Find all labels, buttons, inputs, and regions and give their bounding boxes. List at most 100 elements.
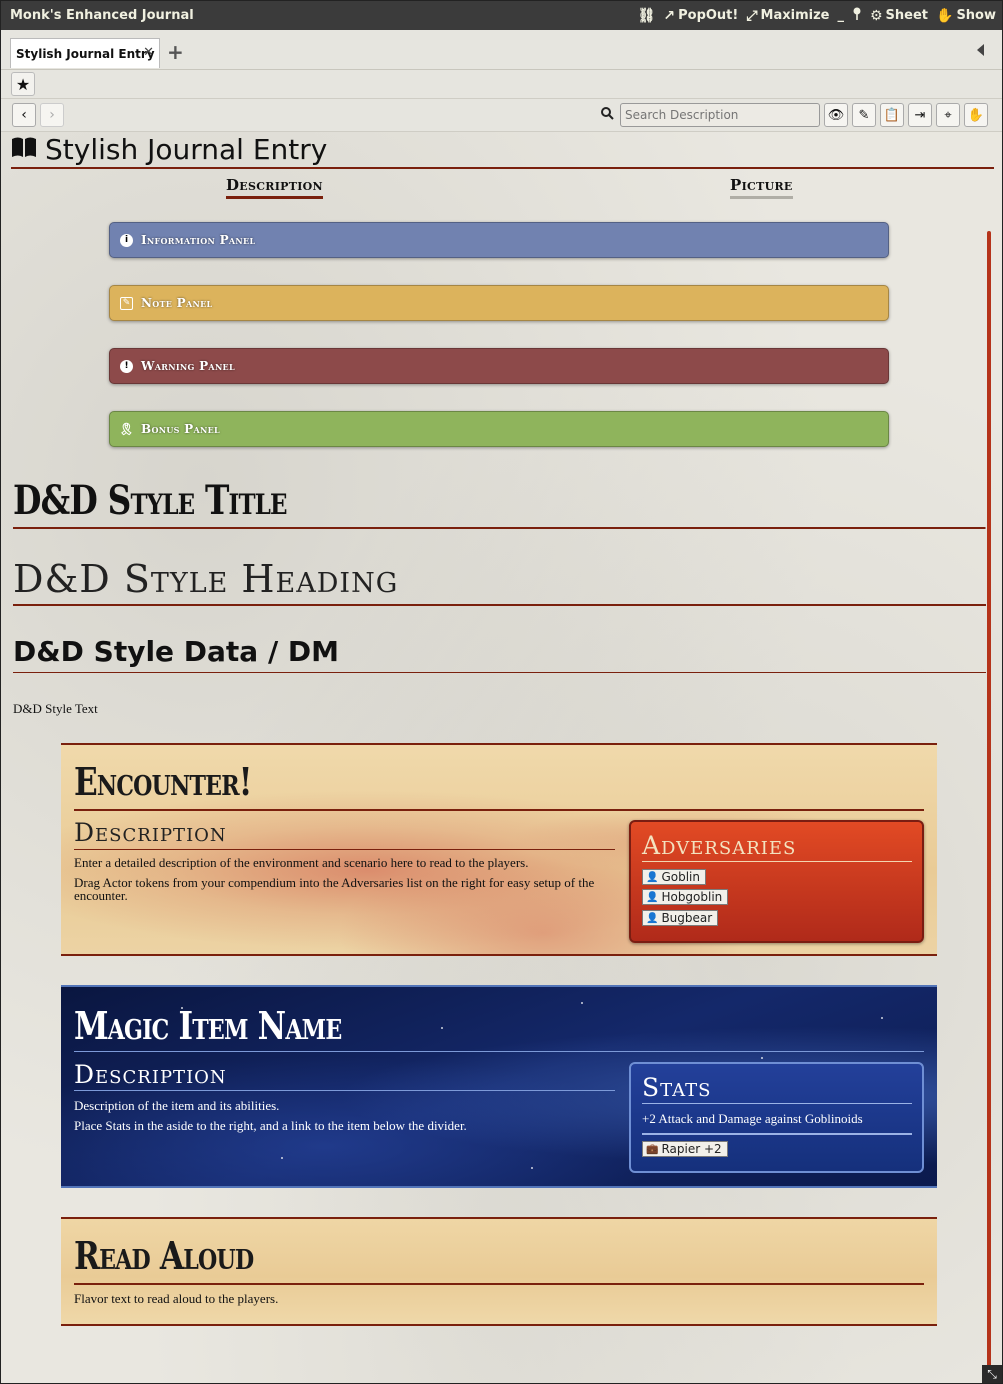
magic-item-title-divider [74,1051,924,1052]
item-link-rapier[interactable]: 💼 Rapier +2 [642,1141,728,1157]
note-panel-label: Note Panel [141,296,213,310]
adversaries-divider [642,861,912,862]
tab-stylish-journal-entry[interactable]: Stylish Journal Entry ✕ [10,38,160,68]
encounter-title: Encounter! [74,759,252,804]
unlink-button[interactable]: ⛓ [638,8,656,24]
window-titlebar[interactable]: Monk's Enhanced Journal ⛓ ↗ PopOut! ⤢ Maxi… [1,1,1002,30]
star-decoration [441,1027,443,1029]
hand-icon: ✋ [967,107,985,123]
search-input[interactable] [620,103,820,127]
warning-icon: ! [120,359,133,373]
gear-icon: ⚙ [869,7,883,24]
magic-item-description-heading: Description [74,1060,227,1089]
page-title[interactable]: Stylish Journal Entry [45,133,327,166]
page-title-row: Stylish Journal Entry [11,132,994,169]
actor-link-bugbear[interactable]: 👤 Bugbear [642,910,719,926]
tab-picture[interactable]: Picture [730,176,793,199]
stats-divider [642,1103,912,1104]
clipboard-icon: 📋 [883,107,901,123]
tab-bar: Stylish Journal Entry ✕ + [1,30,1002,70]
magic-item-title: Magic Item Name [74,1003,342,1048]
star-decoration [531,1167,533,1169]
user-icon: 👤 [646,891,659,903]
bookmark-star-button[interactable]: ★ [11,72,35,96]
read-aloud-text: Flavor text to read aloud to the players… [74,1291,279,1306]
dnd-style-title: D&D Style Title [13,477,986,529]
maximize-label: Maximize [760,8,830,23]
actor-link-hobgoblin[interactable]: 👤 Hobgoblin [642,889,729,905]
item-link-label: Rapier +2 [661,1142,722,1156]
scrollbar[interactable] [987,231,991,1381]
read-aloud-title: Read Aloud [74,1233,254,1278]
dnd-style-data-dm: D&D Style Data / DM [13,635,986,673]
award-icon: 🎗 [118,422,135,436]
encounter-paragraph-1: Enter a detailed description of the envi… [74,855,529,870]
chevron-left-icon: ‹ [21,107,27,123]
sheet-label: Sheet [885,8,928,23]
bookmark-bar: ★ [1,70,1002,99]
sheet-button[interactable]: ⚙ Sheet [870,8,928,24]
star-decoration [281,1157,283,1159]
encounter-block: Encounter! Description Enter a detailed … [61,743,937,956]
stats-heading: Stats [642,1073,712,1102]
encounter-description-divider [74,849,615,850]
pin-button[interactable] [852,7,862,25]
close-icon[interactable]: ✕ [143,45,154,60]
adversaries-aside: Adversaries 👤 Goblin 👤 Hobgoblin 👤 Bugbear [629,820,924,943]
info-icon: i [120,233,133,247]
edit-button[interactable]: ✎ [852,103,876,127]
actor-link-goblin[interactable]: 👤 Goblin [642,869,706,885]
navigation-bar: ‹ › 👁 ✎ 📋 ⇥ ⌖ ✋ [1,99,1002,132]
search-icon [601,107,614,124]
forward-button[interactable]: › [40,103,64,127]
chevron-right-icon: › [49,107,55,123]
maximize-button[interactable]: ⤢ Maximize [746,8,829,24]
view-button[interactable]: 👁 [824,103,848,127]
hand-icon: ✋ [936,7,954,24]
information-panel: i Information Panel [109,222,889,258]
pin-icon [852,7,862,25]
book-open-icon [11,136,37,164]
pencil-icon: ✎ [858,107,870,123]
add-tab-button[interactable]: + [167,40,184,64]
magic-item-paragraph-2: Place Stats in the aside to the right, a… [74,1118,467,1133]
actor-link-label: Goblin [661,870,700,884]
show-button[interactable]: ✋ Show [936,8,996,24]
minimize-button[interactable]: _ [837,8,844,23]
magic-item-block: Magic Item Name Description Description … [61,985,937,1188]
dnd-style-heading: D&D Style Heading [13,557,986,606]
popout-label: PopOut! [678,8,739,23]
clipboard-button[interactable]: 📋 [880,103,904,127]
actor-link-label: Bugbear [661,911,713,925]
stats-divider-2 [642,1133,912,1135]
crosshair-icon: ⌖ [944,107,952,123]
maximize-icon: ⤢ [746,7,758,24]
stats-text: +2 Attack and Damage against Goblinoids [642,1111,863,1126]
warning-panel: ! Warning Panel [109,348,889,384]
resize-handle-icon[interactable]: ⤡ [982,1365,1002,1383]
eye-icon: 👁 [827,107,845,123]
magic-item-description-divider [74,1090,615,1091]
export-button[interactable]: ⇥ [908,103,932,127]
bonus-panel: 🎗 Bonus Panel [109,411,889,447]
popout-button[interactable]: ↗ PopOut! [663,8,738,24]
back-button[interactable]: ‹ [12,103,36,127]
star-icon: ★ [15,74,31,94]
encounter-paragraph-2: Drag Actor tokens from your compendium i… [74,875,595,903]
read-aloud-block: Read Aloud Flavor text to read aloud to … [61,1217,937,1326]
show-players-button[interactable]: ✋ [964,103,988,127]
window-title: Monk's Enhanced Journal [10,8,194,23]
actor-link-label: Hobgoblin [661,890,723,904]
read-aloud-divider [74,1283,924,1285]
export-icon: ⇥ [914,107,926,123]
star-decoration [581,1002,583,1004]
magic-item-paragraph-1: Description of the item and its abilitie… [74,1098,280,1113]
collapse-sidebar-icon[interactable] [977,44,984,56]
star-decoration [881,1017,883,1019]
tab-label: Stylish Journal Entry [16,46,155,61]
tab-description[interactable]: Description [226,176,323,199]
warning-panel-label: Warning Panel [141,359,235,373]
user-icon: 👤 [646,912,659,924]
target-button[interactable]: ⌖ [936,103,960,127]
bonus-panel-label: Bonus Panel [141,422,220,436]
